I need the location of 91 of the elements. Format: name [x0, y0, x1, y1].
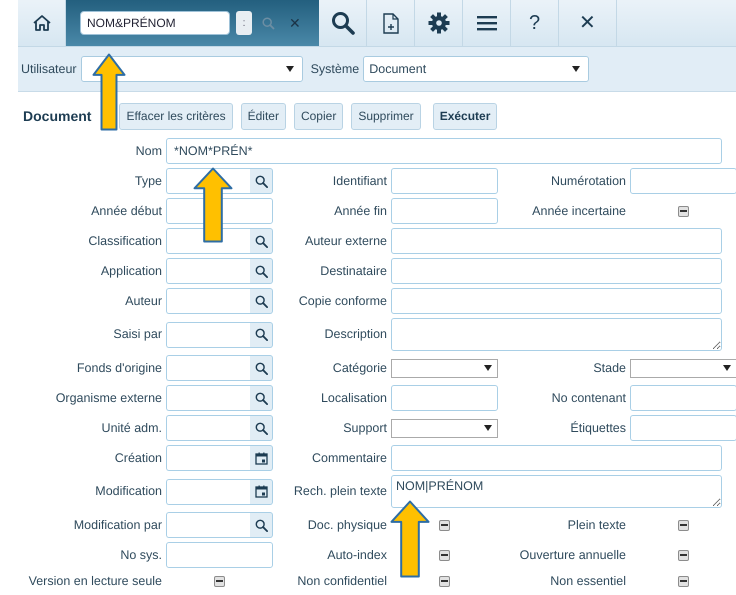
input-field[interactable]	[630, 385, 736, 411]
caret-icon	[723, 365, 731, 371]
field-label: No contenant	[550, 390, 626, 407]
field-label: Catégorie	[332, 360, 387, 377]
checkbox[interactable]	[678, 576, 689, 587]
execute-button[interactable]: Exécuter	[432, 102, 498, 130]
separator-button[interactable]: :	[236, 11, 252, 35]
filter-label: Système	[310, 60, 360, 78]
lookup-button[interactable]	[250, 168, 273, 194]
field-label: Fonds d'origine	[76, 360, 162, 377]
field-label: Rech. plein texte	[292, 483, 387, 500]
field-label: Destinataire	[319, 262, 387, 280]
checkbox[interactable]	[678, 206, 689, 216]
checkbox[interactable]	[214, 576, 225, 587]
checkbox[interactable]	[678, 550, 689, 560]
checkbox[interactable]	[678, 520, 689, 530]
input-field[interactable]	[166, 542, 273, 568]
input-field[interactable]	[391, 385, 498, 411]
field-label: Modification	[94, 483, 162, 500]
field-label: Unité adm.	[100, 420, 162, 437]
input-field[interactable]	[630, 415, 736, 441]
checkbox[interactable]	[439, 576, 450, 587]
caret-icon	[484, 365, 492, 371]
input-field[interactable]: *NOM*PRÉN*	[166, 138, 722, 164]
search-icon	[254, 234, 268, 248]
field-label: Non confidentiel	[296, 573, 387, 590]
input-field[interactable]	[391, 228, 722, 254]
field-label: Auteur	[124, 292, 162, 310]
search-icon	[254, 174, 268, 188]
field-label: Auto-index	[326, 546, 387, 564]
new-document-icon	[382, 12, 398, 34]
field-label: Ouverture annuelle	[518, 546, 626, 564]
action-button[interactable]: Copier	[294, 102, 344, 130]
field-label: Création	[114, 450, 162, 467]
input-field[interactable]	[391, 198, 498, 224]
field-label: Organisme externe	[54, 390, 162, 407]
field-label: Version en lecture seule	[28, 573, 162, 590]
toolbar-button[interactable]: ?	[511, 0, 559, 46]
select-field[interactable]	[80, 56, 303, 82]
field-label: Doc. physique	[306, 516, 387, 534]
menu-icon	[476, 15, 496, 31]
filter-label: Utilisateur	[21, 60, 77, 78]
text-area[interactable]: NOM|PRÉNOM	[391, 475, 722, 508]
field-label: Étiquettes	[569, 420, 626, 437]
select-value: Document	[369, 60, 426, 78]
input-field[interactable]	[391, 168, 498, 194]
field-label: Auteur externe	[304, 232, 387, 250]
field-label: Non essentiel	[549, 573, 626, 590]
action-button[interactable]: Supprimer	[351, 102, 421, 130]
field-label: Localisation	[320, 390, 387, 407]
input-field[interactable]	[391, 288, 722, 314]
action-button[interactable]: Effacer les critères	[119, 102, 233, 130]
field-label: Saisi par	[112, 326, 162, 344]
select-field[interactable]: Document	[363, 56, 590, 82]
field-label: Nom	[134, 142, 162, 160]
select-field[interactable]	[630, 358, 736, 378]
checkbox[interactable]	[439, 520, 450, 530]
field-label: Copie conforme	[298, 292, 387, 310]
field-label: Classification	[87, 232, 162, 250]
field-label: Application	[100, 262, 162, 280]
field-label: Identifiant	[332, 172, 387, 190]
lookup-button[interactable]	[250, 228, 273, 254]
select-field[interactable]	[391, 358, 498, 378]
caret-icon	[484, 425, 492, 431]
field-label: Année début	[90, 202, 162, 220]
toolbar-button[interactable]: ✕	[559, 0, 617, 46]
gear-icon	[428, 12, 450, 34]
action-button[interactable]: Éditer	[240, 102, 286, 130]
input-field[interactable]	[391, 445, 722, 471]
home-icon	[32, 14, 52, 32]
form-title: Document	[23, 106, 92, 126]
field-label: Année fin	[333, 202, 387, 220]
caret-icon	[572, 66, 580, 72]
field-label: Année incertaine	[531, 202, 626, 220]
field-label: No sys.	[119, 546, 162, 564]
field-label: Support	[342, 420, 387, 437]
search-icon	[262, 17, 275, 30]
checkbox[interactable]	[439, 550, 450, 560]
field-label: Stade	[592, 360, 626, 377]
field-label: Commentaire	[310, 450, 387, 467]
input-field[interactable]	[391, 258, 722, 284]
search-icon	[330, 11, 354, 35]
field-label: Modification par	[72, 516, 162, 534]
search-field[interactable]: NOM&PRÉNOM	[80, 11, 230, 35]
field-label: Numérotation	[550, 172, 626, 190]
field-label: Plein texte	[566, 516, 626, 534]
field-label: Type	[134, 172, 162, 190]
field-label: Description	[323, 326, 387, 344]
input-field[interactable]	[630, 168, 736, 194]
select-field[interactable]	[391, 418, 498, 438]
caret-icon	[286, 66, 294, 72]
